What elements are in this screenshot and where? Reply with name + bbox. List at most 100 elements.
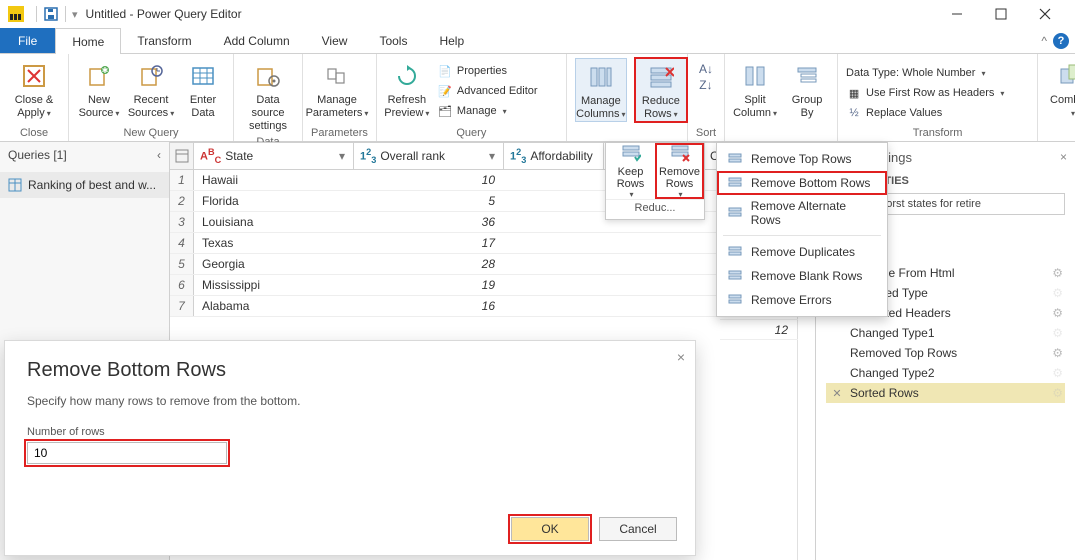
data-type-button[interactable]: Data Type: Whole Number▾ [846, 64, 1004, 82]
tab-transform[interactable]: Transform [121, 28, 207, 53]
replace-values-label: Replace Values [866, 107, 942, 119]
applied-step[interactable]: Changed Type2⚙ [826, 363, 1065, 383]
column-header-state[interactable]: ABCState▾ [194, 143, 354, 169]
close-settings-button[interactable]: × [1060, 150, 1067, 164]
group-by-button[interactable]: Group By [785, 58, 829, 120]
cell-state[interactable]: Mississippi [194, 275, 354, 295]
gear-icon[interactable]: ⚙ [1052, 266, 1063, 280]
advanced-editor-button[interactable]: 📝Advanced Editor [437, 82, 538, 100]
combine-icon [1056, 60, 1075, 92]
manage-columns-button[interactable]: Manage Columns▾ [575, 58, 627, 122]
menu-item-remove-alternate-rows[interactable]: Remove Alternate Rows [717, 195, 887, 231]
reduce-rows-icon [645, 61, 677, 93]
applied-step[interactable]: Removed Top Rows ⚙ [826, 343, 1065, 363]
cell-state[interactable]: Louisiana [194, 212, 354, 232]
ribbon-collapse-icon[interactable]: ^ [1041, 34, 1047, 48]
manage-label: Manage [457, 105, 497, 117]
gear-icon[interactable]: ⚙ [1052, 326, 1063, 340]
enter-data-label: Enter Data [181, 94, 225, 120]
cell-rank[interactable]: 10 [354, 170, 504, 190]
properties-button[interactable]: 📄Properties [437, 62, 538, 80]
cell-state[interactable]: Hawaii [194, 170, 354, 190]
dialog-close-button[interactable]: × [677, 349, 685, 365]
cell-rank[interactable]: 19 [354, 275, 504, 295]
reduce-rows-button[interactable]: Reduce Rows▾ [635, 58, 687, 122]
tab-file[interactable]: File [0, 28, 55, 53]
rows-icon [727, 268, 743, 284]
menu-item-remove-duplicates[interactable]: Remove Duplicates [717, 240, 887, 264]
menu-item-remove-bottom-rows[interactable]: Remove Bottom Rows [717, 171, 887, 195]
qat-overflow-icon[interactable]: ▾ [72, 8, 78, 21]
minimize-button[interactable] [935, 0, 979, 28]
gear-icon[interactable]: ⚙ [1052, 306, 1063, 320]
data-source-settings-button[interactable]: Data source settings [242, 58, 294, 134]
gear-icon[interactable]: ⚙ [1052, 346, 1063, 360]
step-label: Removed Top Rows [850, 346, 957, 360]
new-source-button[interactable]: ✱ New Source▾ [77, 58, 121, 120]
cell-state[interactable]: Alabama [194, 296, 354, 316]
column-header-affordability[interactable]: 123Affordability [504, 143, 604, 169]
menu-item-label: Remove Top Rows [751, 152, 852, 166]
chevron-left-icon[interactable]: ‹ [157, 148, 161, 162]
number-of-rows-input[interactable] [27, 442, 227, 464]
menu-item-remove-blank-rows[interactable]: Remove Blank Rows [717, 264, 887, 288]
menu-item-remove-top-rows[interactable]: Remove Top Rows [717, 147, 887, 171]
reduce-rows-panel-label: Reduc... [606, 199, 704, 216]
manage-button[interactable]: 🗂Manage▾ [437, 102, 538, 120]
column-header-overall-rank[interactable]: 123Overall rank▾ [354, 143, 504, 169]
sort-desc-button[interactable]: Z↓ [699, 78, 712, 92]
grid-corner[interactable] [170, 143, 194, 169]
cell-state[interactable]: Florida [194, 191, 354, 211]
save-icon[interactable] [43, 6, 59, 22]
replace-values-button[interactable]: ½Replace Values [846, 104, 1004, 122]
cell-state[interactable]: Georgia [194, 254, 354, 274]
new-source-label: New Source [79, 94, 114, 119]
cell-rank[interactable]: 5 [354, 191, 504, 211]
cell-rank[interactable]: 36 [354, 212, 504, 232]
cell-rank[interactable]: 17 [354, 233, 504, 253]
filter-icon[interactable]: ▾ [335, 149, 349, 163]
close-apply-button[interactable]: Close & Apply▾ [8, 58, 60, 120]
advanced-editor-label: Advanced Editor [457, 85, 538, 97]
maximize-button[interactable] [979, 0, 1023, 28]
step-label: Sorted Rows [850, 386, 919, 400]
queries-header[interactable]: Queries [1] ‹ [0, 142, 169, 168]
menu-item-remove-errors[interactable]: Remove Errors [717, 288, 887, 312]
refresh-preview-button[interactable]: Refresh Preview▾ [385, 58, 429, 120]
sort-asc-button[interactable]: A↓ [699, 62, 713, 76]
help-icon[interactable]: ? [1053, 33, 1069, 49]
combine-button[interactable]: Combine▾ [1046, 58, 1075, 120]
query-item[interactable]: Ranking of best and w... [0, 172, 169, 198]
tab-tools[interactable]: Tools [363, 28, 423, 53]
tab-help[interactable]: Help [423, 28, 480, 53]
remove-rows-button[interactable]: Remove Rows▾ [655, 143, 704, 199]
manage-parameters-icon [321, 60, 353, 92]
tab-view[interactable]: View [306, 28, 364, 53]
cell-value[interactable]: 12 [720, 320, 798, 340]
tab-add-column[interactable]: Add Column [208, 28, 306, 53]
cell-state[interactable]: Texas [194, 233, 354, 253]
first-row-headers-button[interactable]: ▦Use First Row as Headers▾ [846, 84, 1004, 102]
row-number: 7 [170, 296, 194, 316]
rows-icon [727, 205, 743, 221]
ribbon-group-combine: Combine▾ [1038, 54, 1075, 141]
recent-sources-button[interactable]: Recent Sources▾ [129, 58, 173, 120]
tab-home[interactable]: Home [55, 28, 121, 54]
applied-step[interactable]: ✕Sorted Rows⚙ [826, 383, 1065, 403]
row-number: 3 [170, 212, 194, 232]
gear-icon[interactable]: ⚙ [1052, 286, 1063, 300]
gear-icon[interactable]: ⚙ [1052, 366, 1063, 380]
cell-rank[interactable]: 28 [354, 254, 504, 274]
split-column-button[interactable]: Split Column▾ [733, 58, 777, 120]
filter-icon[interactable]: ▾ [485, 149, 499, 163]
cancel-button[interactable]: Cancel [599, 517, 677, 541]
close-button[interactable] [1023, 0, 1067, 28]
ribbon-group-split: Split Column▾ Group By [725, 54, 838, 141]
enter-data-button[interactable]: Enter Data [181, 58, 225, 120]
keep-rows-button[interactable]: Keep Rows▾ [606, 143, 655, 199]
gear-icon[interactable]: ⚙ [1052, 386, 1063, 400]
applied-step[interactable]: Changed Type1⚙ [826, 323, 1065, 343]
manage-parameters-button[interactable]: Manage Parameters▾ [311, 58, 363, 120]
ok-button[interactable]: OK [511, 517, 589, 541]
cell-rank[interactable]: 16 [354, 296, 504, 316]
